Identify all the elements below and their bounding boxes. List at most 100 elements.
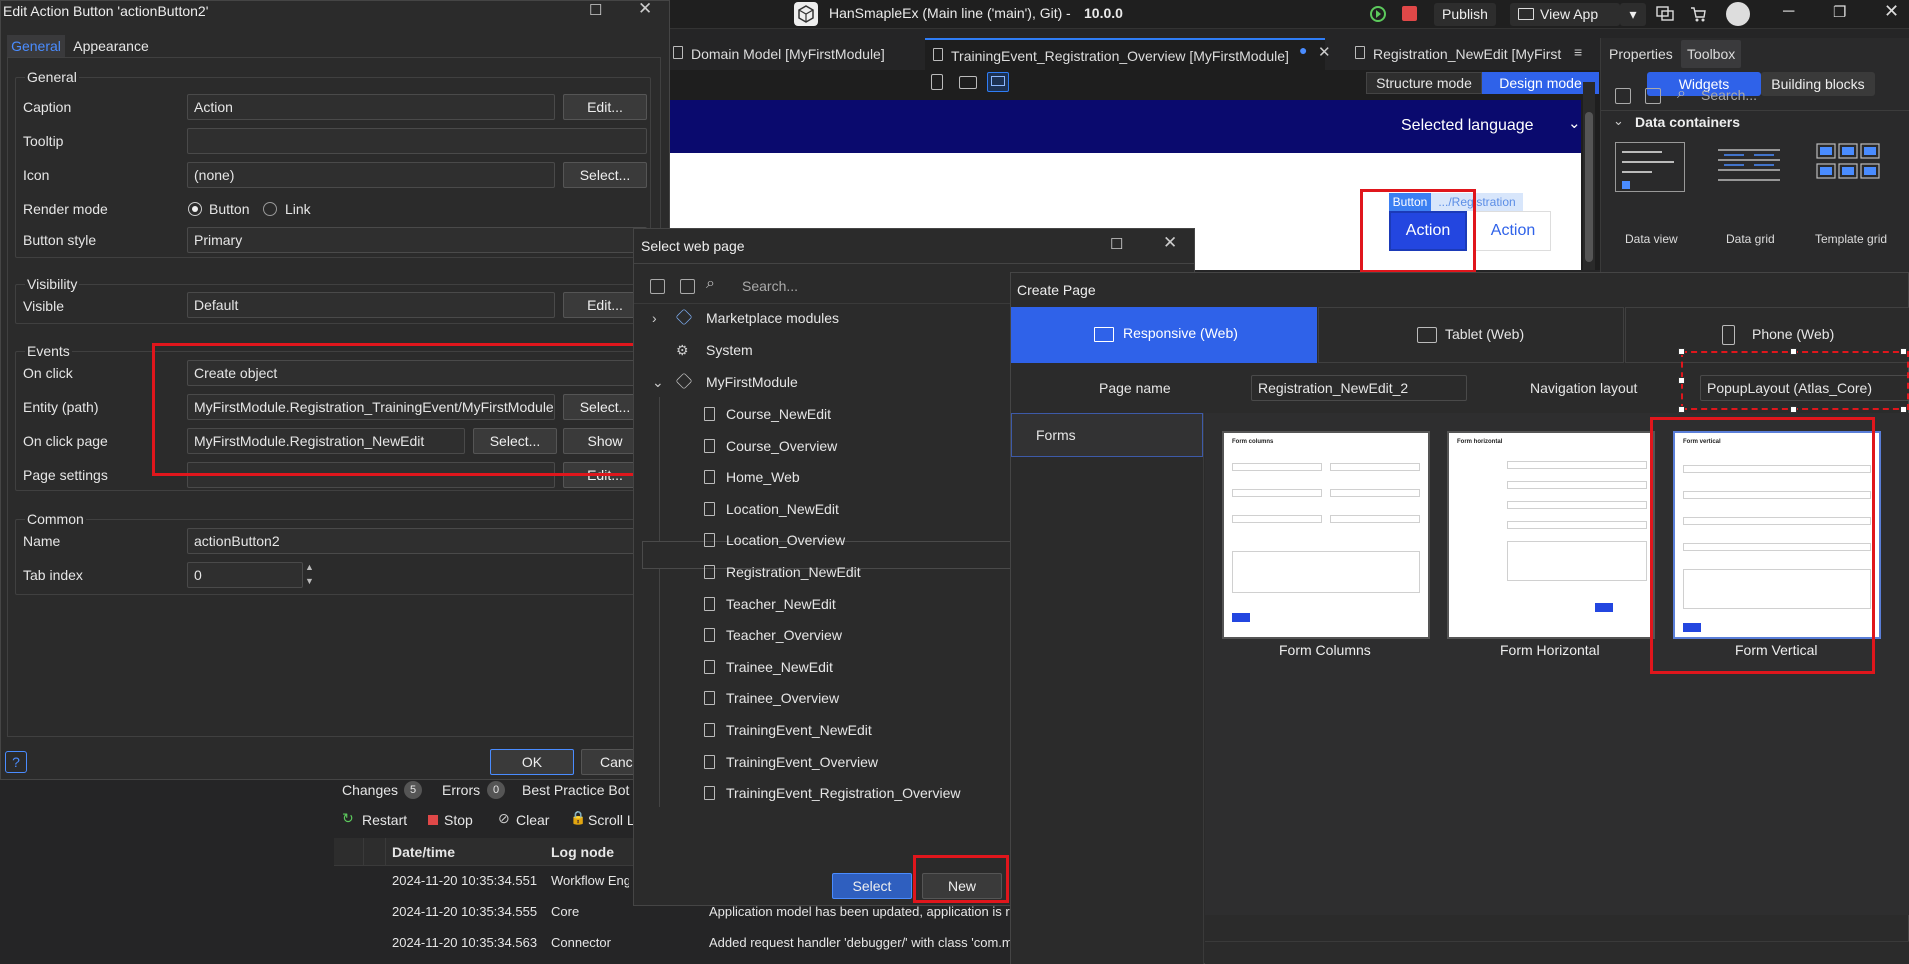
- tab-toolbox[interactable]: Toolbox: [1681, 40, 1742, 68]
- close-tab-icon[interactable]: ✕: [1318, 43, 1331, 61]
- caption-edit-button[interactable]: Edit...: [563, 94, 647, 120]
- page-icon: [704, 754, 715, 769]
- collapse-all-icon[interactable]: [1615, 88, 1631, 104]
- on-click-select[interactable]: Create object: [187, 360, 647, 386]
- building-blocks-segment[interactable]: Building blocks: [1761, 72, 1875, 96]
- category-forms[interactable]: Forms: [1011, 413, 1203, 457]
- tab-domain-model[interactable]: Domain Model [MyFirstModule]: [665, 38, 915, 70]
- caption-label: Caption: [23, 99, 72, 115]
- page-icon: [704, 691, 715, 706]
- tab-training-event-registration-overview[interactable]: TrainingEvent_Registration_Overview [MyF…: [925, 38, 1325, 70]
- ok-button[interactable]: OK: [490, 749, 574, 775]
- action-button-primary[interactable]: Action: [1389, 211, 1467, 251]
- tab-properties[interactable]: Properties: [1603, 40, 1679, 68]
- group-general-heading: General: [25, 69, 79, 85]
- tab-index-stepper[interactable]: 0: [187, 562, 303, 588]
- minimize-icon[interactable]: ─: [1783, 3, 1794, 21]
- chevron-down-icon: ⌄: [652, 374, 664, 390]
- tab-general[interactable]: General: [7, 35, 65, 57]
- close-icon[interactable]: ✕: [1163, 233, 1177, 253]
- phone-icon: [1722, 325, 1735, 345]
- page-settings-field[interactable]: [187, 462, 555, 488]
- view-app-dropdown[interactable]: ▾: [1620, 3, 1646, 26]
- title-separator: -: [1066, 5, 1071, 21]
- tablet-view-icon[interactable]: [959, 76, 977, 89]
- on-click-page-field[interactable]: MyFirstModule.Registration_NewEdit: [187, 428, 465, 454]
- marketplace-icon[interactable]: [1689, 5, 1707, 23]
- template-form-horizontal[interactable]: Form horizontal: [1447, 431, 1655, 639]
- render-mode-button-radio[interactable]: [188, 202, 202, 216]
- maximize-icon[interactable]: ☐: [589, 1, 602, 19]
- column-datetime[interactable]: Date/time: [392, 844, 455, 860]
- expand-all-icon[interactable]: [680, 279, 695, 294]
- caret-down-icon: ▾: [1629, 6, 1637, 22]
- button-style-select[interactable]: Primary: [187, 227, 647, 253]
- feedback-icon[interactable]: [1656, 5, 1674, 23]
- name-field[interactable]: actionButton2: [187, 528, 647, 554]
- structure-mode-button[interactable]: Structure mode: [1366, 72, 1482, 94]
- tab-overflow-icon[interactable]: ≡: [1574, 44, 1582, 60]
- tab-registration-newedit[interactable]: Registration_NewEdit [MyFirst: [1347, 38, 1567, 70]
- expand-all-icon[interactable]: [1645, 88, 1661, 104]
- on-click-page-select-button[interactable]: Select...: [473, 428, 557, 454]
- tooltip-field[interactable]: [187, 128, 647, 154]
- restore-icon[interactable]: ❐: [1833, 3, 1846, 21]
- select-button[interactable]: Select: [832, 873, 912, 899]
- phone-view-icon[interactable]: [931, 74, 943, 90]
- template-form-vertical[interactable]: Form vertical: [1673, 431, 1881, 639]
- new-button[interactable]: New: [922, 873, 1002, 899]
- close-icon[interactable]: ✕: [1884, 1, 1899, 22]
- page-name-input[interactable]: Registration_NewEdit_2: [1251, 375, 1467, 401]
- run-locally-icon[interactable]: [1368, 4, 1388, 24]
- gear-icon: ⚙: [676, 342, 689, 358]
- avatar[interactable]: [1726, 2, 1750, 26]
- publish-button[interactable]: Publish: [1434, 3, 1496, 26]
- data-grid-icon[interactable]: [1714, 142, 1784, 192]
- design-mode-button[interactable]: Design mode: [1482, 72, 1599, 94]
- entity-path-field[interactable]: MyFirstModule.Registration_TrainingEvent…: [187, 394, 555, 420]
- collapse-all-icon[interactable]: [650, 279, 665, 294]
- restart-button[interactable]: Restart: [362, 812, 407, 828]
- module-icon: [675, 372, 693, 390]
- stop-button[interactable]: Stop: [444, 812, 473, 828]
- stop-icon[interactable]: [1402, 6, 1417, 21]
- render-mode-link-radio[interactable]: [263, 202, 277, 216]
- action-button-secondary[interactable]: Action: [1475, 211, 1551, 251]
- icon-label: Icon: [23, 167, 50, 183]
- canvas-scrollbar[interactable]: [1583, 82, 1595, 270]
- lock-icon: 🔒: [570, 810, 587, 825]
- tab-changes[interactable]: Changes: [342, 782, 398, 798]
- tab-tablet-web[interactable]: Tablet (Web): [1318, 307, 1624, 363]
- desktop-view-icon[interactable]: [987, 72, 1009, 92]
- scroll-lock-button[interactable]: Scroll L: [588, 812, 635, 828]
- page-search-input[interactable]: Search...: [742, 278, 798, 294]
- caption-field[interactable]: Action: [187, 94, 555, 120]
- tab-responsive-web[interactable]: Responsive (Web): [1011, 307, 1317, 363]
- tab-appearance[interactable]: Appearance: [71, 35, 151, 57]
- maximize-icon[interactable]: ☐: [1110, 235, 1123, 253]
- template-form-columns[interactable]: Form columns: [1222, 431, 1430, 639]
- stepper-arrows-icon[interactable]: ▲ ▼: [305, 560, 314, 588]
- widget-template-grid-label: Template grid: [1815, 232, 1888, 246]
- icon-field[interactable]: (none): [187, 162, 555, 188]
- chevron-down-icon[interactable]: ⌄: [1613, 113, 1624, 129]
- help-icon[interactable]: ?: [5, 751, 27, 773]
- tab-best-practice-bot[interactable]: Best Practice Bot: [522, 782, 629, 798]
- selected-language-label[interactable]: Selected language: [1401, 117, 1534, 135]
- tree-label: Marketplace modules: [706, 310, 840, 326]
- clear-button[interactable]: Clear: [516, 812, 549, 828]
- toolbox-search-input[interactable]: Search...: [1701, 87, 1757, 103]
- widget-data-view-label: Data view: [1625, 232, 1678, 246]
- template-grid-icon[interactable]: [1813, 142, 1883, 192]
- column-log-node[interactable]: Log node: [551, 844, 614, 860]
- close-icon[interactable]: ✕: [638, 0, 652, 19]
- tab-errors[interactable]: Errors: [442, 782, 480, 798]
- tooltip-label: Tooltip: [23, 133, 64, 149]
- data-view-icon[interactable]: [1615, 142, 1685, 192]
- page-icon: [704, 596, 715, 611]
- view-app-button[interactable]: View App: [1510, 3, 1620, 26]
- navigation-bar: Selected language ⌄: [665, 100, 1581, 153]
- icon-select-button[interactable]: Select...: [563, 162, 647, 188]
- visible-field[interactable]: Default: [187, 292, 555, 318]
- page-label: Location_NewEdit: [726, 500, 839, 517]
